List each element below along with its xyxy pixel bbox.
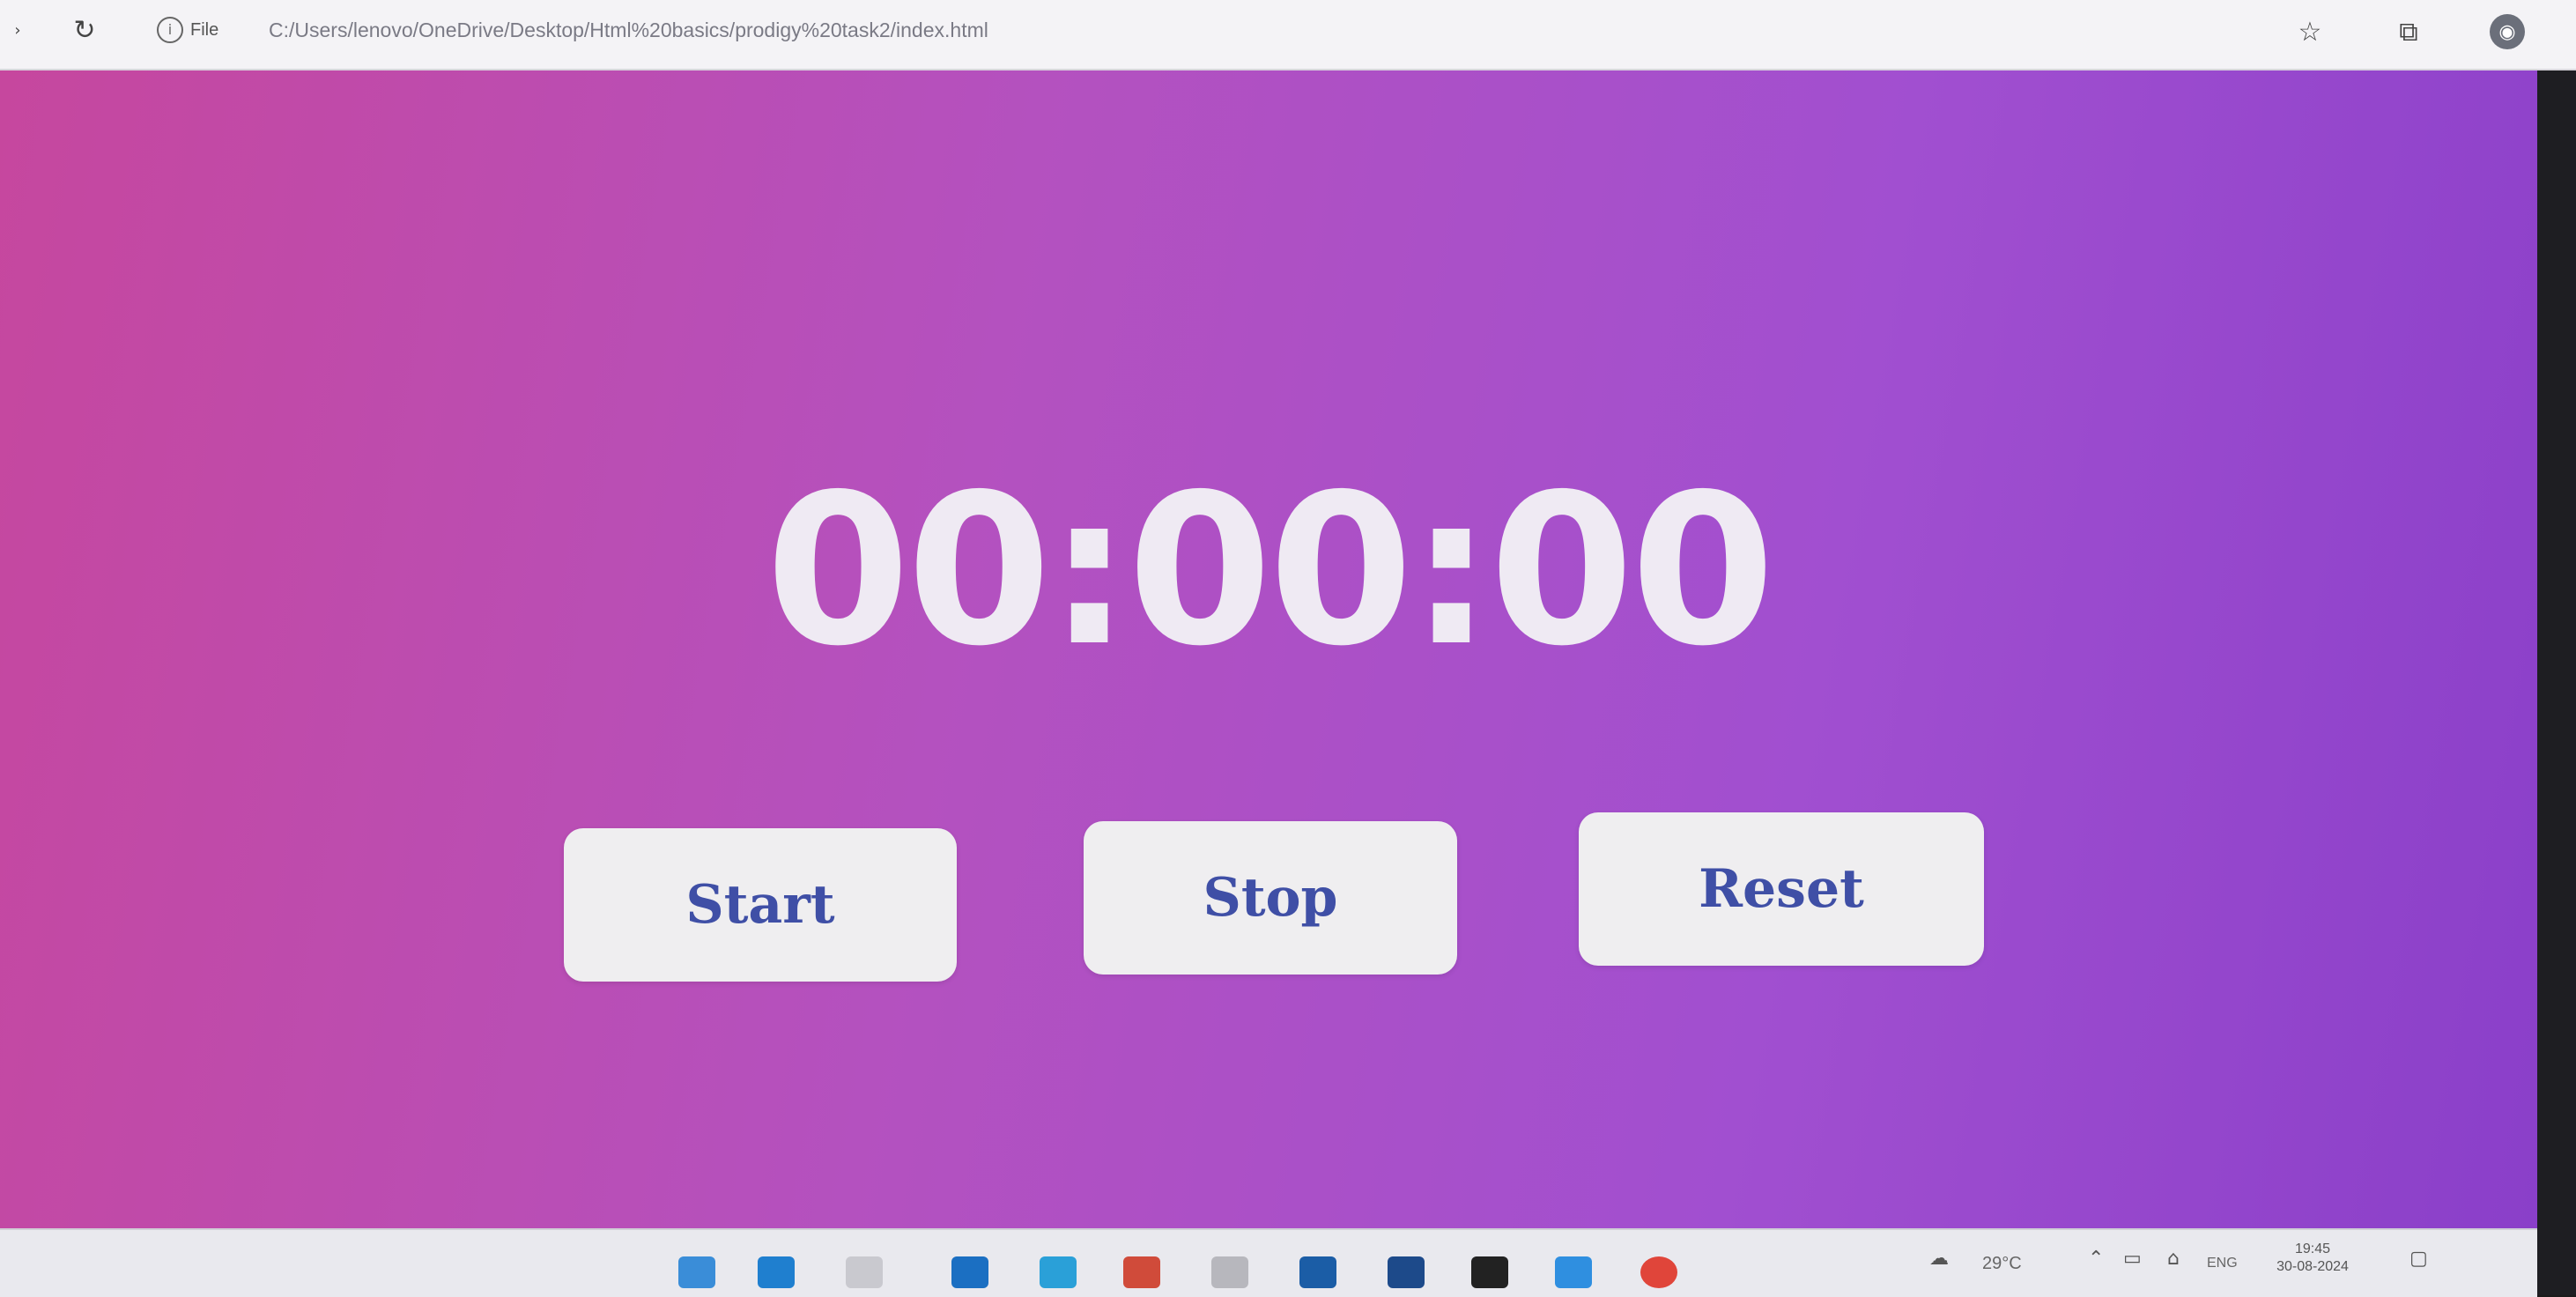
chevron-up-icon[interactable]: ⌃ <box>2088 1248 2104 1270</box>
photos-icon[interactable] <box>1388 1256 1425 1288</box>
vscode-icon[interactable] <box>1555 1256 1592 1288</box>
file-explorer-icon[interactable] <box>1211 1256 1248 1288</box>
mail-icon[interactable] <box>1299 1256 1336 1288</box>
star-icon[interactable]: ☆ <box>2291 12 2329 51</box>
weather-icon[interactable]: ☁ <box>1929 1248 1949 1270</box>
battery-icon[interactable]: ▭ <box>2123 1248 2142 1270</box>
reset-button[interactable]: Reset <box>1579 812 1984 966</box>
edge-icon[interactable] <box>951 1256 988 1288</box>
language-indicator[interactable]: ENG <box>2207 1246 2238 1281</box>
clock-date: 30-08-2024 <box>2276 1259 2349 1274</box>
collections-icon[interactable]: ⧉ <box>2389 12 2428 51</box>
taskbar: ☁ 29°C ⌃ ▭ ⌂ ENG 19:45 30-08-2024 ▢ <box>0 1228 2537 1297</box>
stop-button[interactable]: Stop <box>1084 821 1457 975</box>
clock[interactable]: 19:45 30-08-2024 <box>2255 1241 2370 1276</box>
address-bar[interactable]: C:/Users/lenovo/OneDrive/Desktop/Html%20… <box>269 12 988 48</box>
stopwatch-display: 00:00:00 <box>765 449 1775 692</box>
site-info-label: File <box>190 19 219 40</box>
monitor-bezel <box>2537 70 2576 1295</box>
network-icon[interactable]: ⌂ <box>2167 1248 2180 1270</box>
reload-icon[interactable]: ↻ <box>67 12 102 48</box>
store-icon[interactable] <box>1040 1256 1077 1288</box>
notification-icon[interactable]: ▢ <box>2409 1248 2428 1270</box>
back-arrow-icon[interactable]: › <box>0 12 35 48</box>
clock-time: 19:45 <box>2294 1241 2331 1256</box>
profile-icon[interactable]: ◉ <box>2490 14 2525 49</box>
start-button[interactable]: Start <box>564 828 957 982</box>
stopwatch-page: 00:00:00 Start Stop Reset <box>0 70 2537 1260</box>
browser-toolbar: › ↻ i File C:/Users/lenovo/OneDrive/Desk… <box>0 0 2576 70</box>
weather-temperature[interactable]: 29°C <box>1982 1246 2022 1281</box>
info-icon: i <box>157 17 183 43</box>
terminal-icon[interactable] <box>1471 1256 1508 1288</box>
chrome-icon[interactable] <box>1640 1256 1677 1288</box>
widgets-icon[interactable] <box>846 1256 883 1288</box>
search-icon[interactable] <box>678 1256 715 1288</box>
office-icon[interactable] <box>1123 1256 1160 1288</box>
task-view-icon[interactable] <box>758 1256 795 1288</box>
site-info-button[interactable]: i File <box>157 14 218 46</box>
